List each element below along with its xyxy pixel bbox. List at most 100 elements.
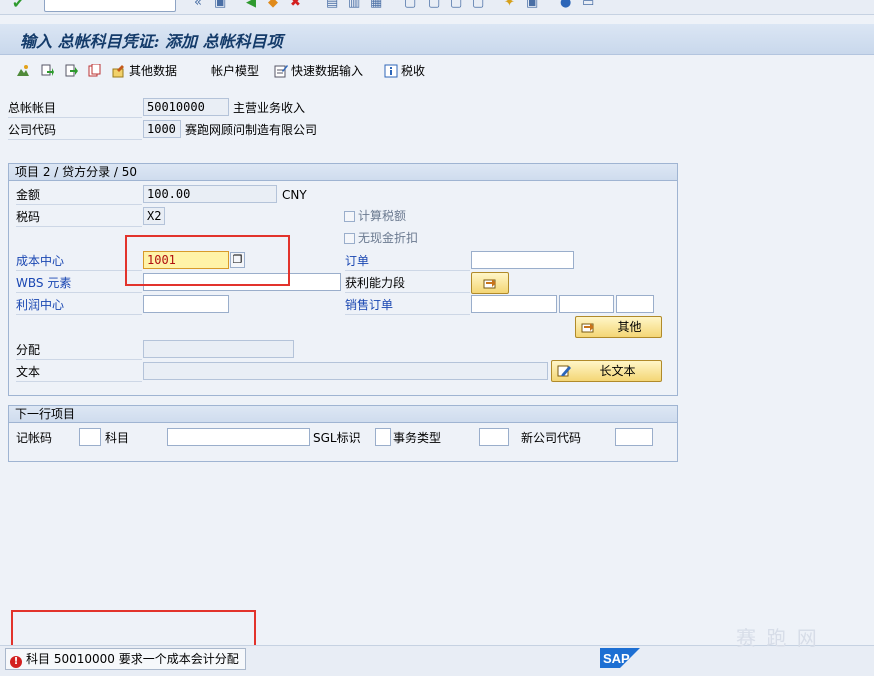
company-code-label: 公司代码 [8,123,57,137]
calc-tax-checkbox[interactable] [344,211,355,222]
next-page-icon[interactable]: ▢ [450,0,462,10]
find-next-icon[interactable]: ▦ [370,0,382,10]
gl-account-description: 主营业务收入 [233,101,306,115]
next-item-group-title: 下一行项目 [9,406,677,423]
first-page-icon[interactable]: ▢ [404,0,416,10]
more-button[interactable]: 其他 [575,316,662,338]
next-item-button[interactable] [64,62,81,80]
other-data-label: 其他数据 [129,64,178,78]
back-icon[interactable]: ◀ [246,0,256,10]
divider [345,270,470,271]
account-model-button[interactable]: 帐户模型 [211,62,259,80]
help-icon[interactable]: ● [560,0,571,10]
text-field[interactable] [143,362,548,380]
forward-doc-icon [65,64,78,77]
arrow-into-box-icon [483,279,496,289]
calc-tax-label: 计算税额 [358,209,407,223]
cancel-icon[interactable]: ✖ [290,0,301,10]
divider [16,381,142,382]
print-icon[interactable]: ▤ [326,0,338,10]
tax-code-label: 税码 [16,210,41,224]
status-message[interactable]: ! 科目 50010000 要求一个成本会计分配 [5,648,246,670]
transaction-type-input[interactable] [479,428,509,446]
divider [16,292,142,293]
no-cash-discount-label: 无现金折扣 [358,231,419,245]
page-title: 输入 总帐科目凭证: 添加 总帐科目项 [20,32,283,51]
transaction-type-label: 事务类型 [393,431,442,445]
long-text-button-label: 长文本 [599,364,636,378]
divider [345,314,470,315]
sap-logo-text: SAP [603,651,630,666]
save-icon[interactable]: ▣ [214,0,226,10]
divider [16,270,142,271]
divider [16,314,142,315]
edit-list-icon [274,65,288,78]
fast-entry-label: 快速数据输入 [291,64,364,78]
pencil-arrow-icon [112,65,124,78]
system-toolbar: ✔ « ▣ ◀ ◆ ✖ ▤ ▥ ▦ ▢ ▢ ▢ ▢ ✦ ▣ ● ▭ [0,0,874,15]
collapse-icon[interactable]: « [194,0,202,10]
stack-doc-icon [88,64,101,77]
other-data-button[interactable]: 其他数据 [112,62,177,80]
order-label: 订单 [345,254,370,268]
sgl-indicator-input[interactable] [375,428,391,446]
sales-order-item-input[interactable] [559,295,614,313]
copy-item-button[interactable] [40,62,57,80]
amount-field: 100.00 [143,185,277,203]
divider [8,117,142,118]
shortcut-icon[interactable]: ▣ [526,0,538,10]
divider [345,292,470,293]
status-message-text: 科目 50010000 要求一个成本会计分配 [26,652,239,666]
profitability-segment-button[interactable] [471,272,509,294]
divider [8,139,142,140]
new-session-icon[interactable]: ✦ [504,0,515,10]
no-cash-discount-checkbox[interactable] [344,233,355,244]
taxes-label: 税收 [401,64,426,78]
currency-text: CNY [282,188,307,202]
sales-order-label: 销售订单 [345,298,394,312]
sgl-indicator-label: SGL标识 [313,431,361,445]
long-text-button[interactable]: 长文本 [551,360,662,382]
account-input[interactable] [167,428,310,446]
divider [16,204,142,205]
account-model-label: 帐户模型 [211,64,260,78]
delete-item-button[interactable] [88,62,105,80]
error-icon: ! [10,656,22,668]
last-page-icon[interactable]: ▢ [472,0,484,10]
item-group-title: 项目 2 / 贷方分录 / 50 [9,164,677,181]
order-input[interactable] [471,251,574,269]
command-field[interactable] [44,0,176,12]
prev-page-icon[interactable]: ▢ [428,0,440,10]
divider [16,359,142,360]
new-company-code-input[interactable] [615,428,653,446]
posting-key-label: 记帐码 [16,431,53,445]
arrow-into-box-icon [581,323,594,333]
layout-icon[interactable]: ▭ [582,0,594,10]
assignment-field[interactable] [143,340,294,358]
copy-doc-icon [41,64,54,76]
company-code-description: 赛跑网顾问制造有限公司 [185,123,318,137]
fast-entry-button[interactable]: 快速数据输入 [274,62,363,80]
taxes-button[interactable]: 税收 [384,62,425,80]
assignment-label: 分配 [16,343,41,357]
highlight-box-cost-center [125,235,290,286]
edit-pencil-icon [557,365,571,377]
cost-center-label: 成本中心 [16,254,65,268]
divider [16,226,142,227]
sales-order-schedule-input[interactable] [616,295,654,313]
more-button-label: 其他 [617,320,642,334]
enter-check-icon[interactable]: ✔ [12,0,25,11]
overview-button[interactable] [16,62,33,80]
profit-center-label: 利润中心 [16,298,65,312]
account-label: 科目 [105,431,130,445]
posting-key-input[interactable] [79,428,101,446]
sap-logo: SAP [600,648,640,668]
sales-order-input[interactable] [471,295,557,313]
info-icon [384,64,398,78]
profit-center-input[interactable] [143,295,229,313]
find-icon[interactable]: ▥ [348,0,360,10]
wbs-label: WBS 元素 [16,276,72,290]
exit-icon[interactable]: ◆ [268,0,278,10]
amount-label: 金额 [16,188,41,202]
mountain-icon [17,65,29,76]
